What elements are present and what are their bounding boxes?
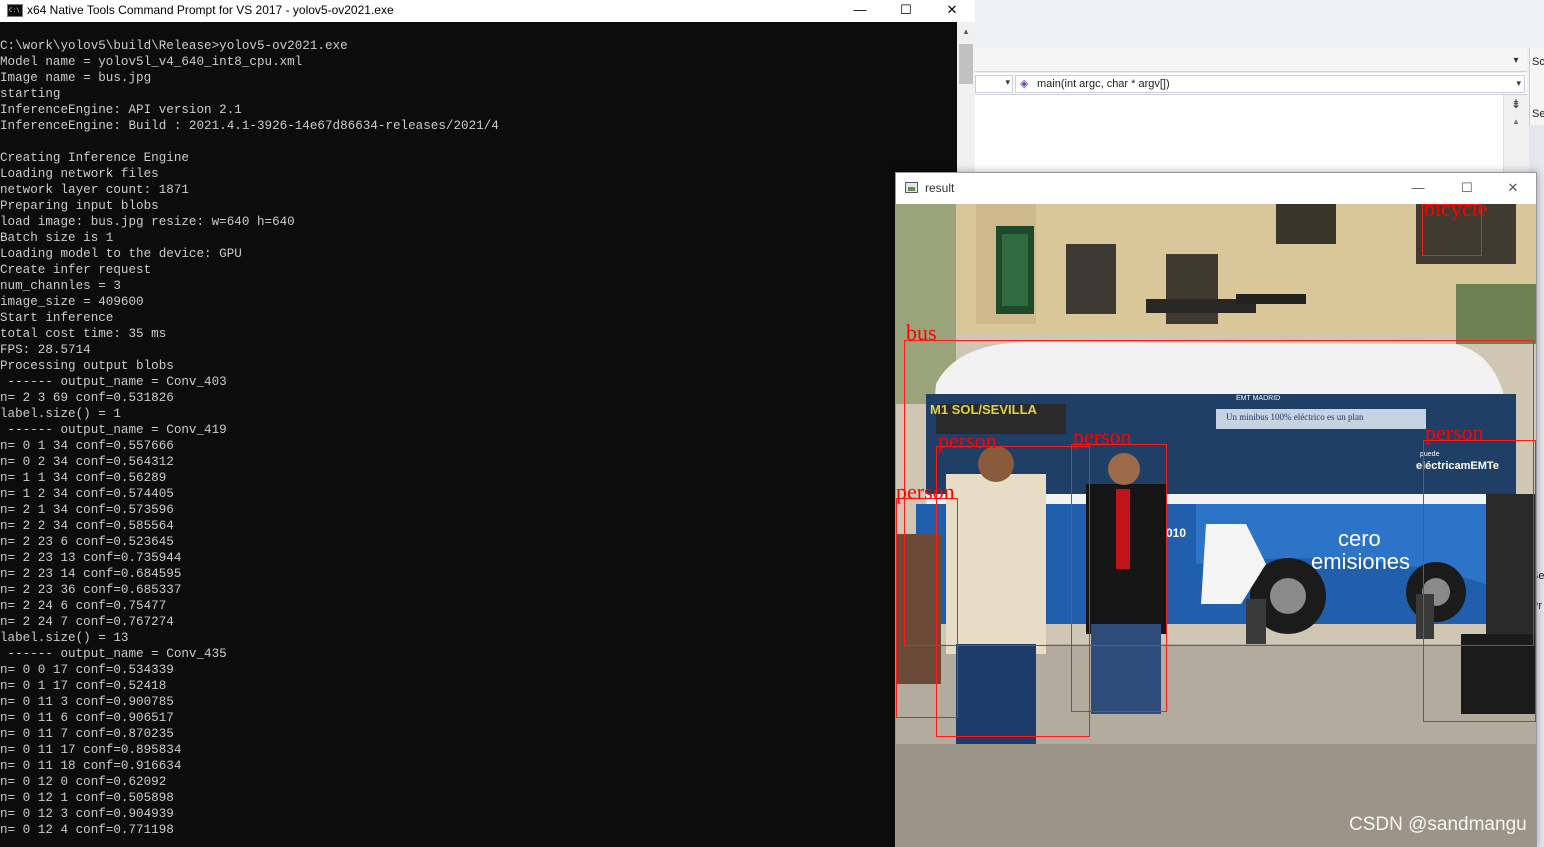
detection-box <box>936 446 1090 737</box>
scroll-up-icon[interactable]: ▲ <box>961 28 971 36</box>
console-line: n= 0 11 18 conf=0.916634 <box>0 759 182 773</box>
console-line: starting <box>0 87 61 101</box>
detection-label: person <box>938 428 997 453</box>
scroll-up-icon[interactable]: ▲ <box>1510 117 1522 127</box>
result-title: result <box>925 181 955 195</box>
chevron-down-icon: ▾ <box>1005 77 1010 87</box>
detection-box <box>1423 440 1536 722</box>
console-line: ------ output_name = Conv_403 <box>0 375 227 389</box>
scope-dropdown[interactable]: ▾ <box>975 75 1013 93</box>
console-line: n= 0 0 17 conf=0.534339 <box>0 663 174 677</box>
console-line: Loading network files <box>0 167 159 181</box>
maximize-button[interactable]: ☐ <box>883 0 929 22</box>
console-line: Model name = yolov5l_v4_640_int8_cpu.xml <box>0 55 303 69</box>
detection-box <box>1071 444 1167 712</box>
console-line: n= 0 12 0 conf=0.62092 <box>0 775 167 789</box>
editor-scrollbar[interactable]: ⇟ ▲ <box>1503 95 1527 175</box>
function-dropdown[interactable]: ◈ main(int argc, char * argv[]) ▾ <box>1015 75 1525 93</box>
console-line: FPS: 28.5714 <box>0 343 91 357</box>
watermark: CSDN @sandmangu <box>1349 814 1527 835</box>
console-line: Create infer request <box>0 263 152 277</box>
console-line: ------ output_name = Conv_435 <box>0 647 227 661</box>
scroll-thumb[interactable] <box>959 44 973 84</box>
console-line: n= 2 23 36 conf=0.685337 <box>0 583 182 597</box>
console-line: Batch size is 1 <box>0 231 114 245</box>
console-titlebar[interactable]: C:\ x64 Native Tools Command Prompt for … <box>0 0 975 22</box>
console-line: load image: bus.jpg resize: w=640 h=640 <box>0 215 295 229</box>
detection-label: person <box>1073 424 1132 449</box>
console-line: Start inference <box>0 311 114 325</box>
console-line: n= 0 11 17 conf=0.895834 <box>0 743 182 757</box>
console-line: n= 0 2 34 conf=0.564312 <box>0 455 174 469</box>
detection-label: bicycle <box>1424 204 1488 221</box>
console-line: n= 0 12 1 conf=0.505898 <box>0 791 174 805</box>
detection-label: bus <box>906 320 937 345</box>
result-titlebar[interactable]: result — ☐ ✕ <box>896 173 1536 204</box>
console-line: Processing output blobs <box>0 359 174 373</box>
console-line: n= 2 24 7 conf=0.767274 <box>0 615 174 629</box>
console-output[interactable]: C:\work\yolov5\build\Release>yolov5-ov20… <box>0 22 957 847</box>
console-line: n= 2 1 34 conf=0.573596 <box>0 503 174 517</box>
side-label[interactable]: Sc <box>1532 56 1544 68</box>
console-line: n= 2 23 6 conf=0.523645 <box>0 535 174 549</box>
command-prompt-window: C:\ x64 Native Tools Command Prompt for … <box>0 0 975 847</box>
console-line: n= 1 1 34 conf=0.56289 <box>0 471 167 485</box>
console-line: n= 0 1 34 conf=0.557666 <box>0 439 174 453</box>
console-line: label.size() = 13 <box>0 631 129 645</box>
console-line: n= 0 12 4 conf=0.771198 <box>0 823 174 837</box>
console-line: n= 0 12 3 conf=0.904939 <box>0 807 174 821</box>
console-line: n= 2 3 69 conf=0.531826 <box>0 391 174 405</box>
vs-document-tabstrip: ▾ <box>975 48 1527 72</box>
result-window: result — ☐ ✕ M1 SOL/SEVILLA Un minibus 1… <box>895 172 1537 847</box>
console-line: n= 0 1 17 conf=0.52418 <box>0 679 167 693</box>
tab-list-dropdown-icon[interactable]: ▾ <box>1509 54 1523 68</box>
console-line: n= 2 23 14 conf=0.684595 <box>0 567 182 581</box>
split-editor-icon[interactable]: ⇟ <box>1508 97 1524 111</box>
console-line: image_size = 409600 <box>0 295 144 309</box>
console-line: n= 0 11 3 conf=0.900785 <box>0 695 174 709</box>
console-title: x64 Native Tools Command Prompt for VS 2… <box>27 3 394 17</box>
console-line: n= 2 2 34 conf=0.585564 <box>0 519 174 533</box>
console-line: n= 0 11 7 conf=0.870235 <box>0 727 174 741</box>
result-image: M1 SOL/SEVILLA Un minibus 100% eléctrico… <box>896 204 1536 847</box>
console-line: total cost time: 35 ms <box>0 327 167 341</box>
close-button[interactable]: ✕ <box>929 0 975 22</box>
console-line: n= 1 2 34 conf=0.574405 <box>0 487 174 501</box>
minimize-button[interactable]: — <box>1395 173 1441 204</box>
function-dropdown-label: main(int argc, char * argv[]) <box>1037 78 1170 90</box>
console-line: network layer count: 1871 <box>0 183 189 197</box>
console-line: Creating Inference Engine <box>0 151 189 165</box>
console-line: C:\work\yolov5\build\Release>yolov5-ov20… <box>0 39 348 53</box>
console-line: InferenceEngine: Build : 2021.4.1-3926-1… <box>0 119 499 133</box>
image-window-icon <box>905 182 918 193</box>
console-line: n= 0 11 6 conf=0.906517 <box>0 711 174 725</box>
function-icon: ◈ <box>1020 78 1029 90</box>
console-line: Image name = bus.jpg <box>0 71 152 85</box>
console-line: num_channles = 3 <box>0 279 121 293</box>
chevron-down-icon: ▾ <box>1516 78 1521 88</box>
console-line: ------ output_name = Conv_419 <box>0 423 227 437</box>
console-line: Preparing input blobs <box>0 199 159 213</box>
console-line: InferenceEngine: API version 2.1 <box>0 103 242 117</box>
code-editor[interactable] <box>975 95 1527 175</box>
console-line: Loading model to the device: GPU <box>0 247 242 261</box>
command-prompt-icon: C:\ <box>7 4 23 17</box>
console-line: n= 2 23 13 conf=0.735944 <box>0 551 182 565</box>
console-line: label.size() = 1 <box>0 407 121 421</box>
minimize-button[interactable]: — <box>837 0 883 22</box>
detection-box <box>896 498 958 718</box>
close-button[interactable]: ✕ <box>1490 173 1536 204</box>
vs-toolbar-area <box>975 0 1544 48</box>
detection-label: person <box>896 479 955 504</box>
side-label[interactable]: Se <box>1532 108 1544 120</box>
console-line: n= 2 24 6 conf=0.75477 <box>0 599 167 613</box>
detection-label: person <box>1425 420 1484 445</box>
maximize-button[interactable]: ☐ <box>1444 173 1490 204</box>
vs-navigation-bar: ▾ ◈ main(int argc, char * argv[]) ▾ <box>975 73 1527 95</box>
